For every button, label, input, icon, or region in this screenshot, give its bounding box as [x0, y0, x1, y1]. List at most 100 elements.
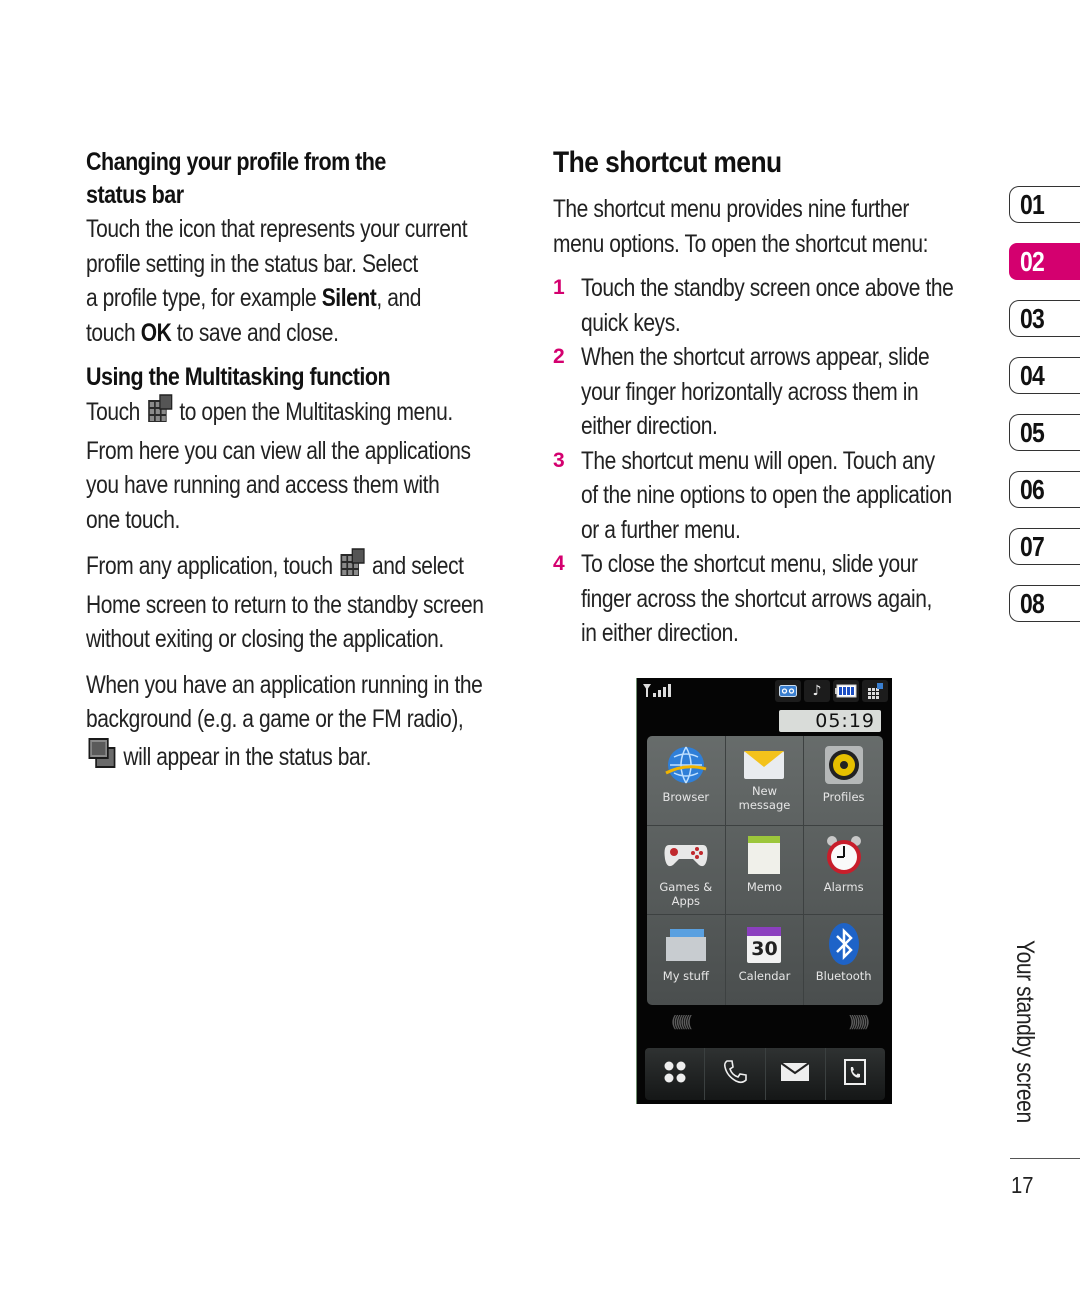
text-line: will appear in the status bar.: [86, 737, 456, 779]
calendar-day: 30: [751, 938, 778, 961]
clock-display: 05:19: [779, 710, 881, 732]
text: to save and close.: [171, 318, 339, 347]
text-line: When you have an application running in …: [86, 670, 483, 699]
status-bar: ♪: [637, 678, 892, 706]
shortcut-new-message[interactable]: New message: [725, 736, 805, 826]
shortcut-bluetooth[interactable]: Bluetooth: [804, 915, 883, 1005]
gamepad-icon: [662, 832, 710, 878]
chapter-tab-04[interactable]: 04: [1009, 357, 1080, 394]
quick-key-menu[interactable]: [645, 1048, 706, 1100]
shortcut-browser[interactable]: Browser: [647, 736, 726, 826]
globe-icon: [662, 742, 710, 788]
chapter-tab-02[interactable]: 02: [1009, 243, 1080, 280]
side-title-text: Your standby screen: [1011, 940, 1039, 1123]
tab-label: 01: [1020, 189, 1045, 220]
envelope-icon: [740, 742, 788, 788]
shortcut-arrows-right[interactable]: )))))))): [848, 1012, 870, 1031]
multitask-icon[interactable]: [862, 680, 888, 702]
step-number: 1: [553, 276, 565, 299]
battery-icon[interactable]: [833, 680, 859, 702]
music-note-icon[interactable]: ♪: [804, 680, 830, 702]
heading-line: status bar: [86, 181, 184, 209]
shortcut-calendar[interactable]: 30 Calendar: [726, 915, 805, 1005]
voicemail-icon[interactable]: [775, 680, 801, 702]
page-number: 17: [1011, 1172, 1034, 1198]
text: touch: [86, 318, 141, 347]
text: From any application, touch: [86, 552, 333, 580]
chapter-tab-07[interactable]: 07: [1009, 528, 1080, 565]
bluetooth-icon: [820, 921, 868, 967]
text-line: your finger horizontally across them in: [581, 377, 919, 406]
quick-key-contacts[interactable]: [826, 1048, 885, 1100]
steps-list: 1 Touch the standby screen once above th…: [553, 271, 993, 651]
text-line: Touch the icon that represents your curr…: [86, 215, 468, 243]
tab-label: 03: [1020, 303, 1045, 334]
background-app-paragraph: When you have an application running in …: [86, 668, 483, 779]
shortcut-arrows-left[interactable]: ((((((((: [671, 1012, 693, 1031]
text: Touch: [86, 398, 140, 426]
step-item: 1 Touch the standby screen once above th…: [553, 271, 993, 340]
shortcut-memo[interactable]: Memo: [725, 825, 805, 916]
shortcut-games-apps[interactable]: Games & Apps: [647, 825, 726, 916]
shortcut-label: Bluetooth: [815, 969, 872, 984]
text-line: Home screen to return to the standby scr…: [86, 590, 484, 619]
tab-label: 05: [1020, 417, 1045, 448]
tab-label: 04: [1020, 360, 1045, 391]
text-line: touch OK to save and close.: [86, 316, 456, 351]
bold-term: OK: [140, 318, 172, 347]
left-column: Changing your profile from the status ba…: [86, 146, 526, 778]
heading-line: Changing your profile from the: [86, 148, 386, 176]
step-text: To close the shortcut menu, slide your f…: [581, 547, 932, 651]
running-apps-icon: [88, 737, 117, 779]
text-line: When the shortcut arrows appear, slide: [581, 343, 930, 371]
shortcut-my-stuff[interactable]: My stuff: [647, 915, 726, 1005]
section-side-title: Your standby screen: [1003, 940, 1043, 1150]
menu-dots-icon: [663, 1060, 687, 1088]
text-line: From here you can view all the applicati…: [86, 436, 471, 465]
text-line: without exiting or closing the applicati…: [86, 625, 444, 653]
notepad-icon: [740, 832, 788, 878]
shortcut-label: New message: [738, 784, 791, 812]
section-heading-multitasking: Using the Multitasking function: [86, 363, 391, 391]
text-line: finger across the shortcut arrows again,: [581, 584, 932, 613]
footer-divider: [1010, 1158, 1080, 1159]
chapter-tab-06[interactable]: 06: [1009, 471, 1080, 508]
shortcut-label: Calendar: [738, 969, 791, 984]
status-icons: ♪: [775, 680, 888, 702]
section-title-shortcut-menu: The shortcut menu: [553, 146, 782, 179]
text-line: profile setting in the status bar. Selec…: [86, 249, 418, 278]
text-line: Touch to open the Multitasking menu.: [86, 394, 456, 434]
quick-key-messages[interactable]: [766, 1048, 826, 1100]
shortcut-intro: The shortcut menu provides nine further …: [553, 192, 929, 261]
text-line: of the nine options to open the applicat…: [581, 481, 952, 509]
alarm-clock-icon: [820, 832, 868, 878]
chapter-tab-08[interactable]: 08: [1009, 585, 1080, 622]
chapter-tab-05[interactable]: 05: [1009, 414, 1080, 451]
shortcut-profiles[interactable]: Profiles: [804, 736, 883, 826]
tab-label: 07: [1020, 531, 1045, 562]
text-line: in either direction.: [581, 619, 739, 647]
quick-key-call[interactable]: [705, 1048, 766, 1100]
bold-term: Silent: [321, 284, 377, 312]
text-line: From any application, touch and select: [86, 548, 464, 588]
text: to open the Multitasking menu.: [179, 398, 453, 426]
shortcut-label: Profiles: [822, 790, 865, 804]
home-screen-paragraph: From any application, touch and select H…: [86, 548, 484, 657]
chapter-tab-03[interactable]: 03: [1009, 300, 1080, 337]
text-line: menu options. To open the shortcut menu:: [553, 229, 929, 258]
tab-label: 08: [1020, 588, 1045, 619]
shortcut-label: My stuff: [662, 969, 709, 984]
contacts-icon: [843, 1058, 867, 1090]
text-line: a profile type, for example Silent, and: [86, 281, 456, 316]
text: will appear in the status bar.: [123, 742, 372, 771]
section-heading-profile: Changing your profile from the status ba…: [86, 146, 464, 212]
chapter-tab-01[interactable]: 01: [1009, 186, 1080, 223]
shortcut-alarms[interactable]: Alarms: [804, 826, 883, 916]
phone-icon: [722, 1059, 748, 1089]
profile-paragraph: Touch the icon that represents your curr…: [86, 212, 468, 351]
text: a profile type, for example: [86, 284, 322, 312]
